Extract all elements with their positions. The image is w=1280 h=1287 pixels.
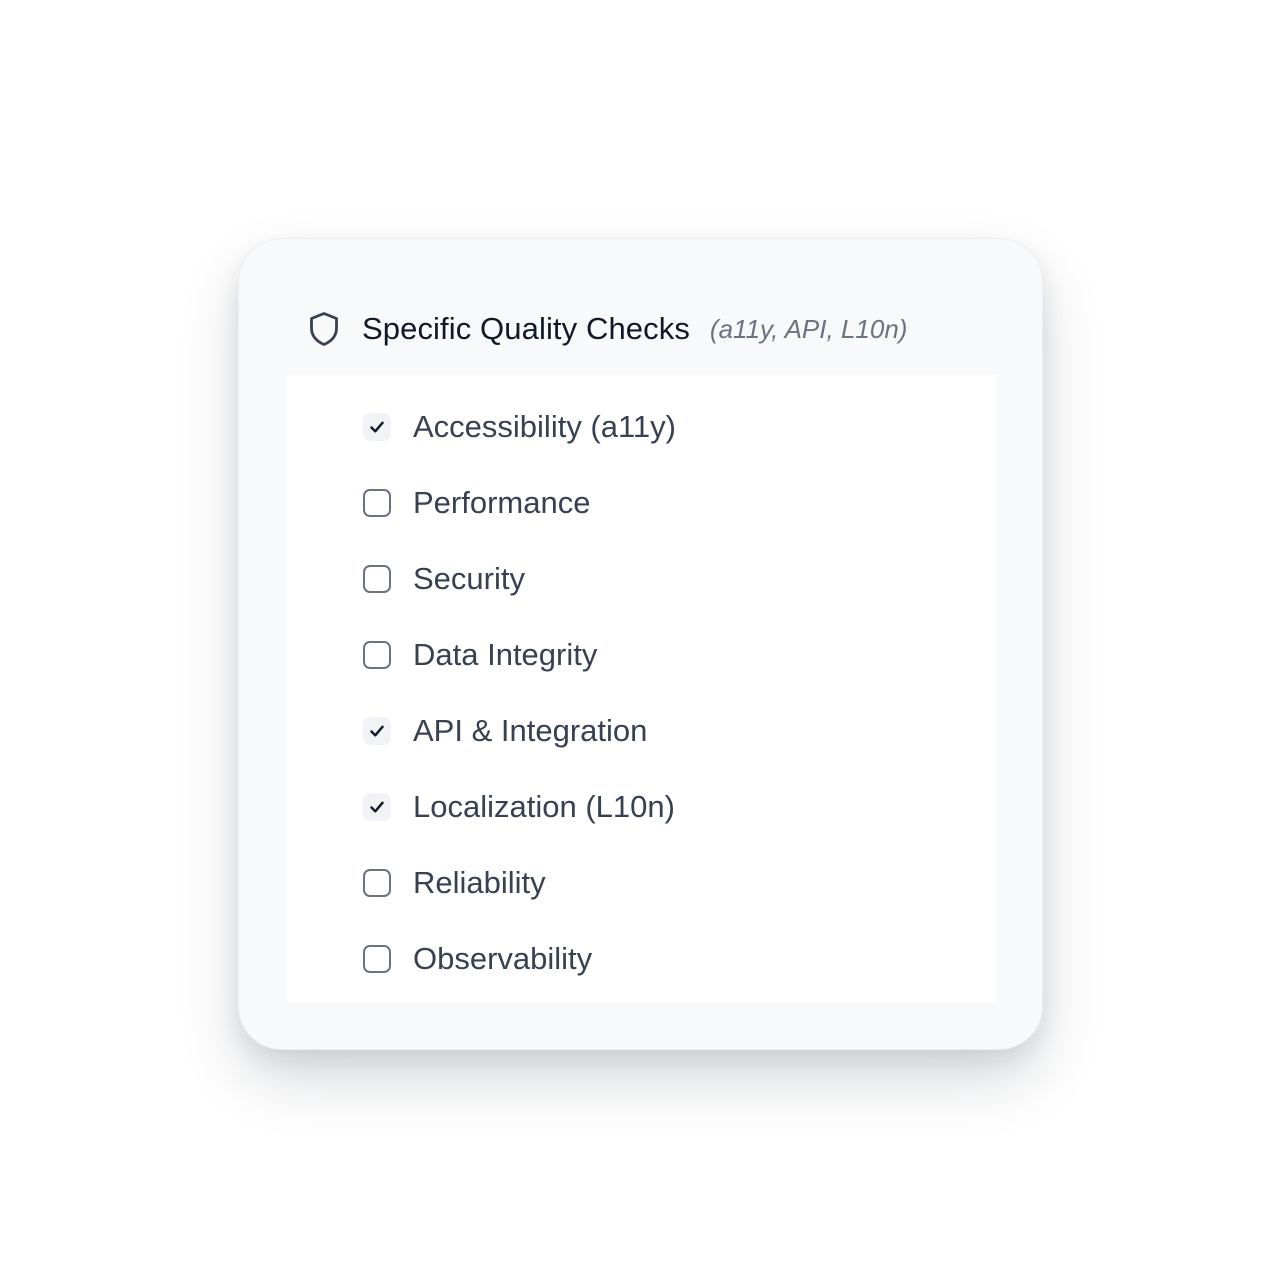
shield-icon xyxy=(307,311,341,347)
checkbox[interactable] xyxy=(363,565,391,593)
card-title: Specific Quality Checks xyxy=(362,311,690,346)
checkmark-icon xyxy=(370,725,384,737)
checkmark-icon xyxy=(370,801,384,813)
check-item-performance[interactable]: Performance xyxy=(327,465,996,541)
check-label: Security xyxy=(413,561,525,596)
check-label: Localization (L10n) xyxy=(413,789,675,824)
check-item-security[interactable]: Security xyxy=(327,541,996,617)
check-label: Reliability xyxy=(413,865,546,900)
checkmark-icon xyxy=(370,421,384,433)
checkbox[interactable] xyxy=(363,945,391,973)
checks-list: Accessibility (a11y) Performance Securit… xyxy=(287,375,996,1002)
check-item-data-integrity[interactable]: Data Integrity xyxy=(327,617,996,693)
check-item-api-integration[interactable]: API & Integration xyxy=(327,693,996,769)
checkbox[interactable] xyxy=(363,869,391,897)
check-label: API & Integration xyxy=(413,713,648,748)
check-item-observability[interactable]: Observability xyxy=(327,921,996,997)
check-label: Performance xyxy=(413,485,591,520)
card-header: Specific Quality Checks (a11y, API, L10n… xyxy=(307,307,907,351)
check-label: Accessibility (a11y) xyxy=(413,409,677,444)
card-subtitle: (a11y, API, L10n) xyxy=(709,313,908,344)
checkbox[interactable] xyxy=(363,641,391,669)
check-item-reliability[interactable]: Reliability xyxy=(327,845,996,921)
checkbox[interactable] xyxy=(363,413,391,441)
check-label: Observability xyxy=(413,941,593,976)
quality-checks-card: Specific Quality Checks (a11y, API, L10n… xyxy=(238,238,1043,1050)
check-item-localization[interactable]: Localization (L10n) xyxy=(327,769,996,845)
checkbox[interactable] xyxy=(363,793,391,821)
check-label: Data Integrity xyxy=(413,637,598,672)
checkbox[interactable] xyxy=(363,717,391,745)
checkbox[interactable] xyxy=(363,489,391,517)
check-item-accessibility[interactable]: Accessibility (a11y) xyxy=(327,389,996,465)
